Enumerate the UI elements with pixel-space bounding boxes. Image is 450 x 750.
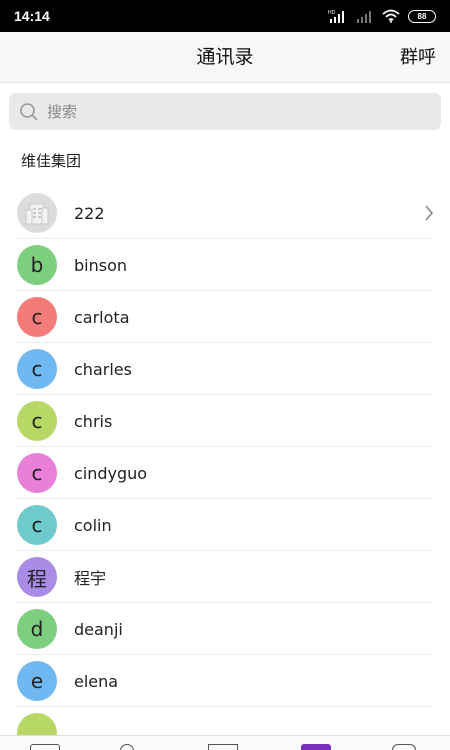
contacts-icon[interactable] bbox=[120, 744, 134, 750]
avatar: c bbox=[17, 453, 57, 493]
battery-level: 88 bbox=[417, 11, 427, 21]
list-item[interactable]: 程 程宇 bbox=[0, 551, 450, 603]
avatar-letter: b bbox=[30, 253, 44, 277]
avatar-letter: c bbox=[31, 305, 43, 329]
contact-name: cindyguo bbox=[74, 463, 148, 483]
list-item[interactable]: c cindyguo bbox=[0, 447, 450, 499]
avatar bbox=[17, 193, 57, 233]
search-bar[interactable] bbox=[9, 93, 441, 130]
list-item[interactable]: c carlota bbox=[0, 291, 450, 343]
svg-text:HD: HD bbox=[328, 10, 336, 16]
avatar: c bbox=[17, 297, 57, 337]
group-title: 维佳集团 bbox=[21, 152, 82, 170]
list-item[interactable]: e elena bbox=[0, 655, 450, 707]
page-title: 通讯录 bbox=[196, 46, 254, 68]
list-item[interactable]: c charles bbox=[0, 343, 450, 395]
contact-list: 222 b binson c carlota c charles c chris… bbox=[0, 187, 450, 750]
contact-name: binson bbox=[74, 255, 128, 275]
header: 通讯录 群呼 bbox=[0, 32, 450, 83]
wifi-icon bbox=[382, 9, 400, 23]
avatar-letter: 程 bbox=[27, 566, 47, 591]
battery-icon: 88 bbox=[408, 9, 436, 23]
contact-name: colin bbox=[74, 515, 112, 535]
avatar-letter: c bbox=[31, 461, 43, 485]
avatar: c bbox=[17, 505, 57, 545]
avatar: c bbox=[17, 401, 57, 441]
contact-name: charles bbox=[74, 359, 132, 379]
message-icon[interactable] bbox=[30, 744, 60, 750]
avatar-letter: d bbox=[30, 617, 44, 641]
avatar: e bbox=[17, 661, 57, 701]
avatar: 程 bbox=[17, 557, 57, 597]
tab-bar bbox=[0, 735, 450, 750]
contact-name: 程宇 bbox=[74, 569, 107, 588]
list-item[interactable]: b binson bbox=[0, 239, 450, 291]
avatar: c bbox=[17, 349, 57, 389]
settings-icon[interactable] bbox=[392, 744, 416, 750]
contact-name: 222 bbox=[74, 203, 105, 223]
list-item[interactable]: c chris bbox=[0, 395, 450, 447]
avatar-letter: e bbox=[30, 669, 44, 693]
list-item[interactable]: 222 bbox=[0, 187, 450, 239]
contact-name: chris bbox=[74, 411, 113, 431]
search-icon bbox=[20, 102, 38, 120]
signal-weak-icon bbox=[357, 11, 371, 23]
avatar-letter: c bbox=[31, 513, 43, 537]
chevron-right-icon bbox=[425, 205, 434, 221]
calendar-icon[interactable] bbox=[208, 744, 238, 750]
avatar-letter: c bbox=[31, 357, 43, 381]
status-icons: HD 88 bbox=[328, 9, 436, 23]
app-icon[interactable] bbox=[301, 744, 331, 750]
avatar-letter: c bbox=[31, 409, 43, 433]
signal-hd-icon: HD bbox=[328, 10, 344, 23]
avatar: b bbox=[17, 245, 57, 285]
contact-name: elena bbox=[74, 671, 119, 691]
building-icon bbox=[25, 203, 49, 225]
list-item[interactable]: d deanji bbox=[0, 603, 450, 655]
contact-name: deanji bbox=[74, 619, 123, 639]
contact-name: carlota bbox=[74, 307, 130, 327]
list-item[interactable]: c colin bbox=[0, 499, 450, 551]
group-call-button[interactable]: 群呼 bbox=[400, 32, 436, 83]
status-time: 14:14 bbox=[14, 8, 50, 24]
status-bar: 14:14 HD 88 bbox=[0, 0, 450, 32]
avatar: d bbox=[17, 609, 57, 649]
search-input[interactable] bbox=[47, 102, 427, 121]
